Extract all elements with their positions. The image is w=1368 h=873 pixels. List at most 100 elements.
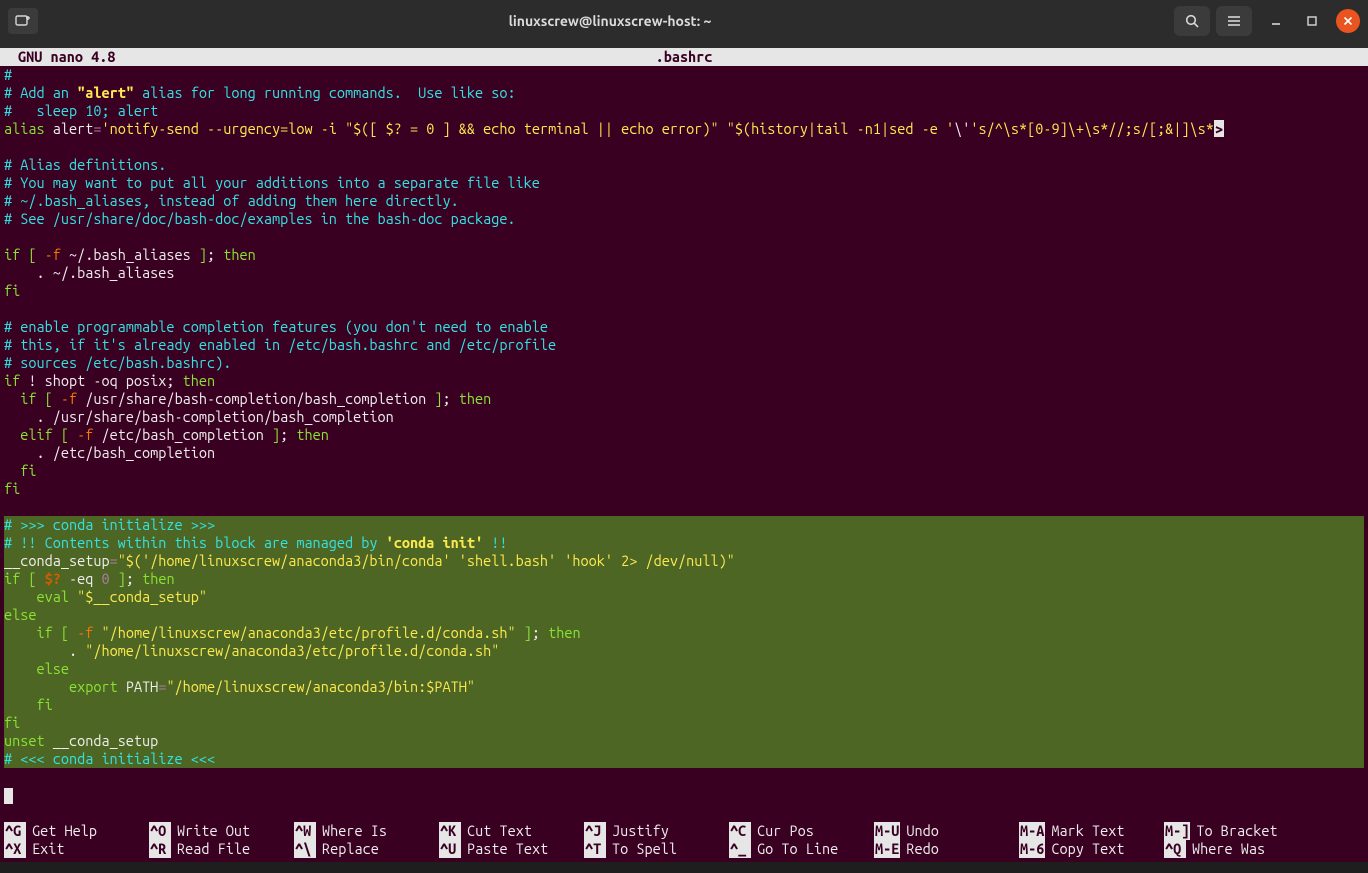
editor-line[interactable] [4,138,1364,156]
editor-line[interactable]: # You may want to put all your additions… [4,174,1364,192]
shortcut-item: ^WWhere Is [294,822,439,840]
code-token: ] [434,390,442,407]
code-token: # ~/.bash_aliases, instead of adding the… [4,192,459,209]
editor-line[interactable]: . ~/.bash_aliases [4,264,1364,282]
shortcut-item: ^QWhere Was [1164,840,1309,858]
minimize-icon [1270,15,1282,27]
shortcut-label: Redo [906,840,938,858]
code-token: -eq [61,570,102,587]
shortcut-label: Cur Pos [757,822,814,840]
nano-header-bar: GNU nano 4.8 .bashrc [0,48,1368,66]
editor-line[interactable]: fi [4,282,1364,300]
menu-button[interactable] [1216,6,1252,36]
editor-line[interactable]: else [4,606,1364,624]
editor-line[interactable]: fi [4,462,1364,480]
editor-line[interactable]: alias alert='notify-send --urgency=low -… [4,120,1364,138]
shortcut-item: M-]To Bracket [1164,822,1309,840]
editor-line[interactable] [4,498,1364,516]
shortcut-key: ^R [149,840,171,858]
editor-line[interactable]: # this, if it's already enabled in /etc/… [4,336,1364,354]
editor-line[interactable]: . /etc/bash_completion [4,444,1364,462]
code-token: -f [77,426,93,443]
editor-line[interactable]: unset __conda_setup [4,732,1364,750]
code-token: else [36,660,68,677]
search-button[interactable] [1174,6,1210,36]
code-token: # this, if it's already enabled in /etc/… [4,336,556,353]
editor-line[interactable]: if [ -f ~/.bash_aliases ]; then [4,246,1364,264]
shortcut-item: ^RRead File [149,840,294,858]
code-token: ; [126,570,142,587]
editor-line[interactable]: # ~/.bash_aliases, instead of adding the… [4,192,1364,210]
editor-line[interactable]: # See /usr/share/doc/bash-doc/examples i… [4,210,1364,228]
code-token: # You may want to put all your additions… [4,174,540,191]
editor-line[interactable]: __conda_setup="$('/home/linuxscrew/anaco… [4,552,1364,570]
editor-line[interactable]: if ! shopt -oq posix; then [4,372,1364,390]
shortcut-key: M-U [874,822,900,840]
code-token: # sources /etc/bash.bashrc). [4,354,231,371]
editor-line[interactable]: # !! Contents within this block are mana… [4,534,1364,552]
shortcut-label: Get Help [32,822,97,840]
shortcut-label: Write Out [177,822,250,840]
code-token: ] [524,624,532,641]
new-tab-button[interactable] [8,8,38,34]
editor-line[interactable]: if [ $? -eq 0 ]; then [4,570,1364,588]
code-token: ; [532,624,548,641]
code-token: then [142,570,174,587]
editor-line[interactable]: . "/home/linuxscrew/anaconda3/etc/profil… [4,642,1364,660]
minimize-button[interactable] [1264,9,1288,33]
editor-line[interactable]: # Add an "alert" alias for long running … [4,84,1364,102]
code-token: ] [199,246,207,263]
code-token: !! [483,534,507,551]
editor-line[interactable]: eval "$__conda_setup" [4,588,1364,606]
code-token: \' [954,120,970,137]
code-token [69,426,77,443]
editor-line[interactable]: . /usr/share/bash-completion/bash_comple… [4,408,1364,426]
editor-line[interactable]: # <<< conda initialize <<< [4,750,1364,768]
editor-line[interactable]: # sources /etc/bash.bashrc). [4,354,1364,372]
shortcut-label: Exit [32,840,64,858]
nano-editor-content[interactable]: ## Add an "alert" alias for long running… [0,66,1368,822]
editor-line[interactable]: fi [4,696,1364,714]
code-token: 0 [101,570,109,587]
editor-line[interactable]: elif [ -f /etc/bash_completion ]; then [4,426,1364,444]
code-token [69,588,77,605]
editor-line[interactable] [4,768,1364,786]
editor-line[interactable]: # [4,66,1364,84]
editor-line[interactable] [4,228,1364,246]
shortcut-item: ^_Go To Line [729,840,874,858]
code-token: [ [28,246,36,263]
code-token: else [4,606,36,623]
code-token: # [4,66,12,83]
editor-line[interactable]: # >>> conda initialize >>> [4,516,1364,534]
shortcut-item: ^OWrite Out [149,822,294,840]
code-token [4,624,36,641]
close-button[interactable] [1336,9,1360,33]
editor-line[interactable]: export PATH="/home/linuxscrew/anaconda3/… [4,678,1364,696]
search-icon [1184,13,1200,29]
shortcut-key: ^K [439,822,461,840]
editor-line[interactable]: if [ -f "/home/linuxscrew/anaconda3/etc/… [4,624,1364,642]
editor-line[interactable]: if [ -f /usr/share/bash-completion/bash_… [4,390,1364,408]
editor-line[interactable] [4,786,1364,804]
editor-line[interactable]: # sleep 10; alert [4,102,1364,120]
maximize-button[interactable] [1300,9,1324,33]
editor-line[interactable]: fi [4,714,1364,732]
close-icon [1343,16,1353,26]
code-token [69,624,77,641]
code-token: alias for long running commands. Use lik… [134,84,516,101]
code-token: fi [4,282,20,299]
code-token: fi [20,462,36,479]
code-token: # <<< conda initialize <<< [4,750,215,767]
code-token: then [548,624,580,641]
line-truncation-marker: > [1214,120,1224,137]
editor-line[interactable]: else [4,660,1364,678]
code-token: "/home/linuxscrew/anaconda3/etc/profile.… [85,642,499,659]
text-cursor [4,788,13,804]
editor-line[interactable] [4,300,1364,318]
shortcut-item: M-AMark Text [1019,822,1164,840]
editor-line[interactable]: fi [4,480,1364,498]
code-token: if [20,390,36,407]
code-token: [ [61,426,69,443]
editor-line[interactable]: # enable programmable completion feature… [4,318,1364,336]
editor-line[interactable]: # Alias definitions. [4,156,1364,174]
